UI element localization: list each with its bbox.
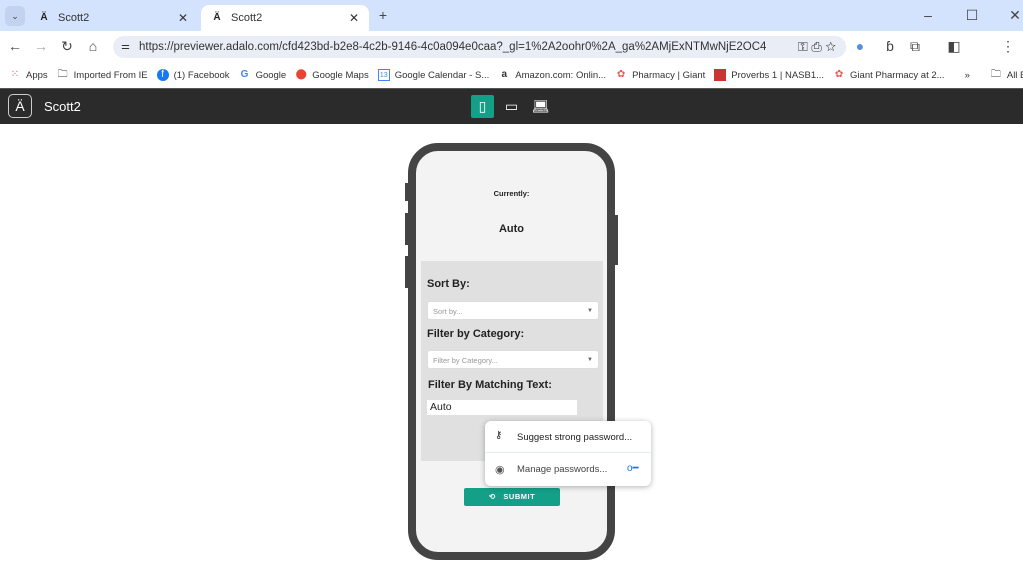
extension-icon[interactable]: ● [850,36,870,56]
calendar-icon: 13 [377,69,390,81]
extensions-puzzle-icon[interactable]: ⧉ [905,36,925,56]
bible-icon [714,69,727,81]
bookmark-label: Google [255,69,287,81]
bookmark-label: All Bookmarks [1006,69,1023,81]
bookmark-star-icon[interactable]: ☆ [825,39,836,54]
sort-by-label: Sort By: [427,278,470,290]
bookmark-label: (1) Facebook [173,69,230,81]
menu-icon[interactable]: ⋮ [998,36,1018,56]
bookmark-label: Giant Pharmacy at 2... [850,69,945,81]
folder-icon: 🗀 [57,69,68,80]
bookmark-label: Apps [26,69,48,81]
close-tab-icon[interactable]: ✕ [178,11,188,25]
category-label: Filter by Category: [427,328,525,340]
app-title: Scott2 [44,99,81,114]
phone-view-button[interactable]: ▯ [471,95,494,118]
password-popup: ⚷ Suggest strong password... ◉ Manage pa… [485,421,651,486]
sort-placeholder: Sort by... [433,307,463,316]
bookmarks-bar: ⁙ Apps 🗀 Imported From IE f (1) Facebook GG… [0,62,1023,88]
side-panel-icon[interactable]: ◧ [944,36,964,56]
more-bookmarks-icon[interactable]: » [965,70,970,81]
tab-title: Scott2 [231,12,263,24]
key-icon: ⚷ [495,430,503,441]
bookmark-apps[interactable]: ⁙ Apps [9,69,48,81]
adalo-icon: Ä [213,12,221,23]
bookmark-label: Imported From IE [73,69,148,81]
bookmark-label: Proverbs 1 | NASB1... [731,69,825,81]
home-icon[interactable]: ⌂ [83,36,103,56]
password-key-icon[interactable]: ⚿ [798,39,808,54]
tab-1[interactable]: Ä Scott2 ✕ [28,5,198,31]
google-icon: G [240,69,249,80]
suggest-password-label: Suggest strong password... [517,432,633,443]
amazon-icon: a [501,69,508,80]
tab-search-button[interactable]: ⌄ [5,6,25,26]
giant-icon: ✿ [834,69,844,80]
close-window-icon[interactable]: ✕ [1005,5,1023,25]
site-info-icon[interactable]: ⚌ [121,36,130,58]
maps-pin-icon: ⬤ [295,69,307,80]
currently-label: Currently: [493,189,530,198]
back-icon[interactable]: ← [5,36,25,56]
tab-strip: ⌄ Ä Scott2 ✕ Ä Scott2 ✕ + – ☐ ✕ [0,0,1023,31]
submit-button[interactable]: ⟲ SUBMIT [464,488,560,506]
matching-text-input[interactable]: Auto [427,400,577,415]
extension-icon[interactable]: ɓ [880,36,900,56]
sort-by-select[interactable]: Sort by... ▼ [427,301,599,320]
bookmark-google[interactable]: G Google [239,69,287,81]
all-bookmarks[interactable]: 🗀 All Bookmarks [990,69,1023,81]
minimize-icon[interactable]: – [918,5,938,25]
tablet-view-button[interactable]: ▭ [500,95,523,118]
adalo-icon: Ä [40,12,48,23]
bookmark-label: Amazon.com: Onlin... [515,69,607,81]
new-tab-icon[interactable]: + [373,5,393,25]
giant-icon: ✿ [616,69,626,80]
category-placeholder: Filter by Category... [433,356,498,365]
facebook-icon: f [156,69,169,81]
omnibox-actions: ⚿ ⎙ ☆ [766,36,846,58]
chrome-icon: ◉ [495,464,505,476]
close-tab-icon[interactable]: ✕ [349,11,359,25]
desktop-view-button[interactable]: 💻︎ [529,95,552,118]
forward-icon[interactable]: → [31,36,51,56]
dropdown-caret-icon: ▼ [587,357,593,363]
password-manager-key-icon: o━ [627,463,639,474]
folder-icon: 🗀 [990,69,1001,80]
bookmark-maps[interactable]: ⬤ Google Maps [295,69,369,81]
bookmark-calendar[interactable]: 13 Google Calendar - S... [377,69,490,81]
suggest-password-item[interactable]: ⚷ Suggest strong password... [485,421,651,453]
bookmark-label: Google Maps [312,69,369,81]
tab-2[interactable]: Ä Scott2 ✕ [201,5,369,31]
bookmark-pharmacy[interactable]: ✿ Pharmacy | Giant [615,69,705,81]
bookmark-label: Pharmacy | Giant [632,69,706,81]
maximize-icon[interactable]: ☐ [962,5,982,25]
category-select[interactable]: Filter by Category... ▼ [427,350,599,369]
previewer-header: Ä Scott2 ▯ ▭ 💻︎ [0,88,1023,124]
bookmark-folder[interactable]: 🗀 Imported From IE [57,69,148,81]
manage-passwords-label: Manage passwords... [517,464,608,475]
matching-text-label: Filter By Matching Text: [428,379,552,391]
apps-grid-icon: ⁙ [10,69,20,80]
manage-passwords-item[interactable]: ◉ Manage passwords... o━ [485,454,651,486]
dropdown-caret-icon: ▼ [587,308,593,314]
reload-icon[interactable]: ↻ [57,36,77,56]
address-bar[interactable]: ⚌ https://previewer.adalo.com/cfd423bd-b… [113,36,846,58]
bookmark-giant-pharmacy[interactable]: ✿ Giant Pharmacy at 2... [833,69,945,81]
bookmark-facebook[interactable]: f (1) Facebook [156,69,230,81]
bookmark-label: Google Calendar - S... [394,69,490,81]
currently-value: Auto [498,223,525,235]
tab-title: Scott2 [58,12,90,24]
refresh-icon: ⟲ [488,492,496,501]
bookmark-amazon[interactable]: a Amazon.com: Onlin... [498,69,606,81]
adalo-logo: Ä [8,94,32,118]
url-text: https://previewer.adalo.com/cfd423bd-b2e… [139,41,846,53]
submit-label: SUBMIT [503,492,536,501]
bookmark-proverbs[interactable]: Proverbs 1 | NASB1... [714,69,824,81]
install-app-icon[interactable]: ⎙ [811,39,821,54]
